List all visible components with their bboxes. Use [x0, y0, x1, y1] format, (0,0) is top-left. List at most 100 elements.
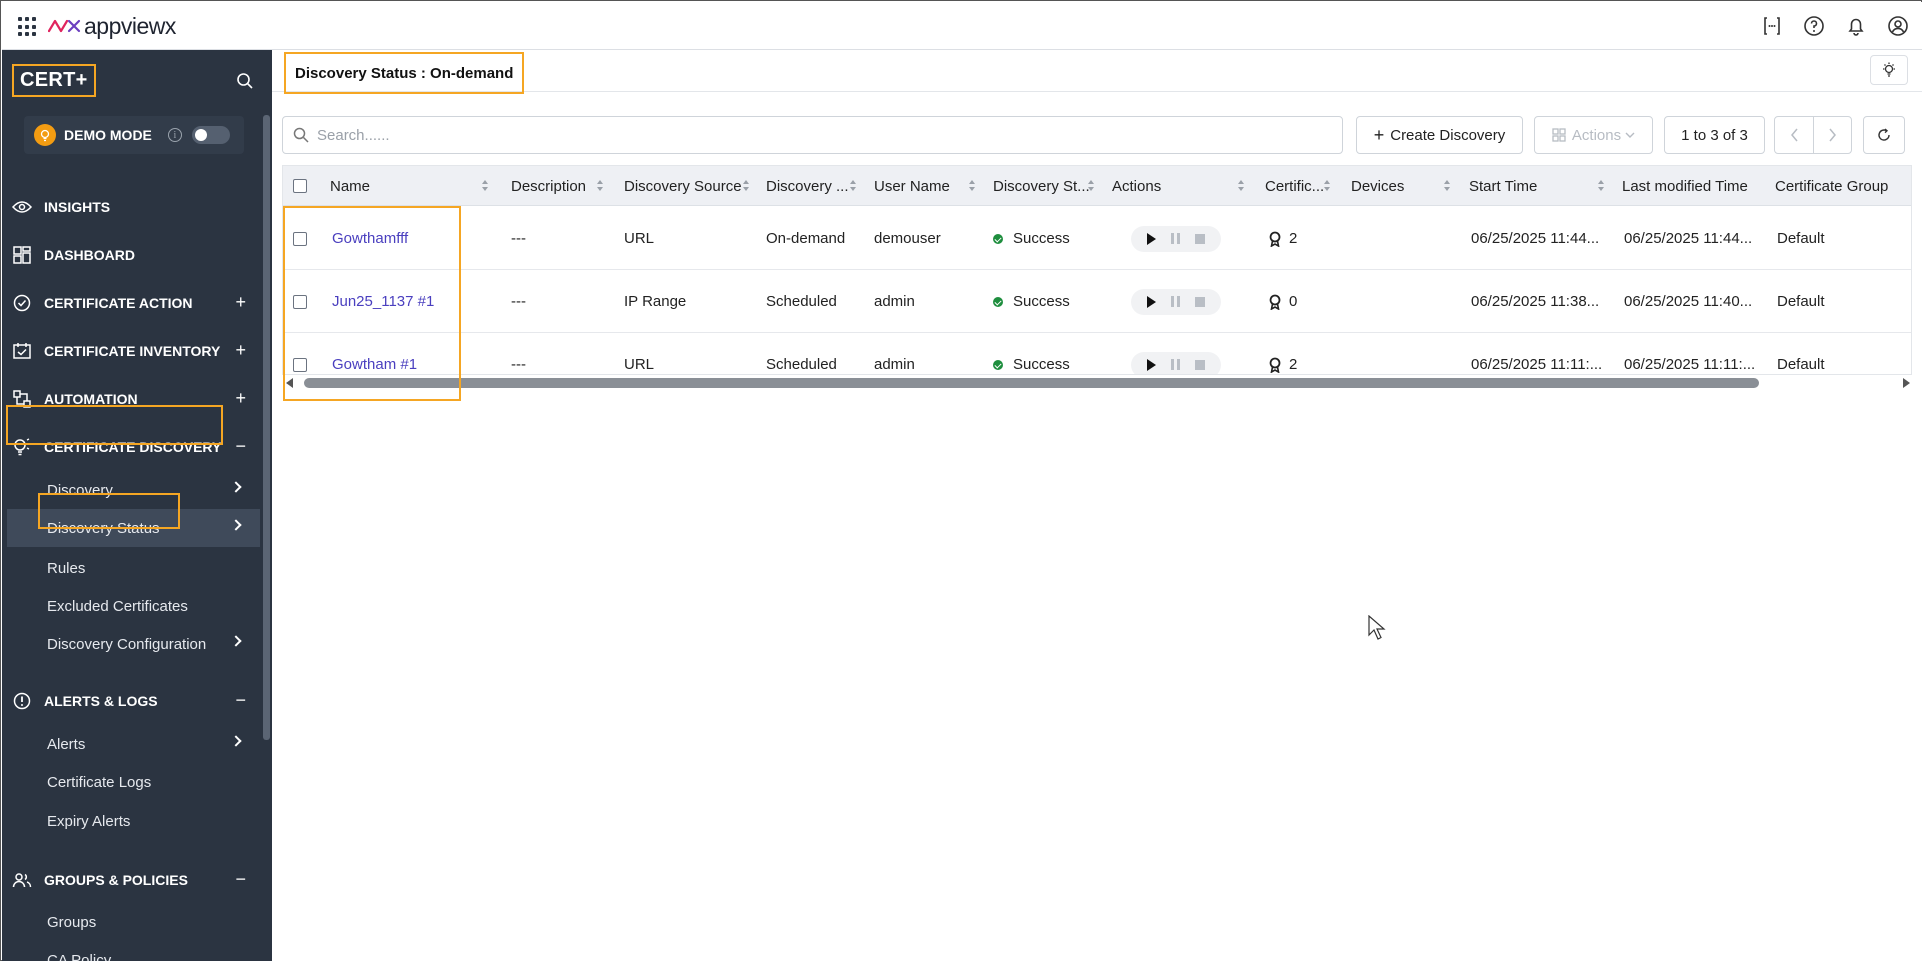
- nav-section-certificate-inventory[interactable]: CERTIFICATE INVENTORY +: [2, 327, 260, 375]
- pause-icon[interactable]: [1170, 233, 1180, 244]
- refresh-button[interactable]: [1863, 116, 1905, 154]
- row-start-time: 06/25/2025 11:11:...: [1471, 356, 1603, 373]
- sidebar-item-expiry-alerts[interactable]: Expiry Alerts: [2, 802, 260, 840]
- row-certificates[interactable]: 2: [1268, 333, 1297, 374]
- play-icon[interactable]: [1146, 358, 1156, 371]
- column-header-certificate-group[interactable]: Certificate Group: [1775, 166, 1888, 206]
- row-certificates[interactable]: 0: [1268, 270, 1297, 333]
- nav-section-certificate-action[interactable]: CERTIFICATE ACTION +: [2, 279, 260, 327]
- sidebar-item-certificate-logs[interactable]: Certificate Logs: [2, 763, 260, 801]
- refresh-icon: [1878, 128, 1890, 141]
- create-discovery-button[interactable]: + Create Discovery: [1356, 116, 1523, 154]
- discovery-table: Name Description Discovery Source Discov…: [282, 165, 1912, 375]
- alert-icon: [12, 691, 32, 711]
- stop-icon[interactable]: [1195, 233, 1206, 244]
- sort-icon[interactable]: [597, 180, 603, 192]
- collapse-icon[interactable]: −: [235, 870, 246, 888]
- actions-dropdown[interactable]: Actions: [1534, 116, 1653, 154]
- table-row[interactable]: Gowthamfff --- URL On-demand demouser Su…: [283, 207, 1911, 270]
- success-icon: [993, 359, 1003, 370]
- search-box[interactable]: [282, 116, 1343, 154]
- sort-icon[interactable]: [1598, 180, 1604, 192]
- api-icon[interactable]: [1760, 14, 1784, 38]
- user-icon[interactable]: [1886, 14, 1910, 38]
- sort-icon[interactable]: [1238, 180, 1244, 192]
- scrollbar-thumb[interactable]: [304, 378, 1759, 388]
- search-input[interactable]: [317, 126, 1217, 144]
- expand-icon[interactable]: +: [235, 389, 246, 407]
- table-row[interactable]: Gowtham #1 --- URL Scheduled admin Succe…: [283, 333, 1911, 374]
- play-icon[interactable]: [1146, 295, 1156, 308]
- row-source: IP Range: [624, 293, 687, 310]
- sidebar-item-rules[interactable]: Rules: [2, 549, 260, 587]
- sidebar-item-label: Expiry Alerts: [47, 812, 131, 830]
- help-icon[interactable]: [1802, 14, 1826, 38]
- highlight-certificate-discovery: [6, 405, 223, 445]
- nav-section-dashboard[interactable]: DASHBOARD: [2, 231, 260, 279]
- sort-icon[interactable]: [850, 180, 856, 192]
- sort-icon[interactable]: [969, 180, 975, 192]
- sort-icon[interactable]: [1324, 180, 1330, 192]
- select-all-checkbox[interactable]: [293, 166, 307, 206]
- play-icon[interactable]: [1146, 232, 1156, 245]
- row-actions: [1131, 207, 1221, 270]
- nav-section-label: CERTIFICATE ACTION: [44, 295, 193, 311]
- sort-icon[interactable]: [1444, 180, 1450, 192]
- column-header-name[interactable]: Name: [330, 166, 370, 206]
- column-header-actions[interactable]: Actions: [1112, 166, 1161, 206]
- bell-icon[interactable]: [1844, 14, 1868, 38]
- row-certificates[interactable]: 2: [1268, 207, 1297, 270]
- pagination-label: 1 to 3 of 3: [1681, 126, 1748, 144]
- tips-button[interactable]: [1870, 55, 1908, 85]
- sidebar-item-alerts[interactable]: Alerts: [2, 725, 260, 763]
- table-horizontal-scrollbar[interactable]: [282, 376, 1912, 390]
- stop-icon[interactable]: [1195, 296, 1206, 307]
- sidebar-scrollbar[interactable]: [263, 115, 270, 740]
- row-description: ---: [511, 356, 526, 373]
- row-last-modified: 06/25/2025 11:11:...: [1624, 356, 1756, 373]
- chevron-left-icon[interactable]: [1785, 125, 1805, 145]
- column-header-description[interactable]: Description: [511, 166, 586, 206]
- nav-section-alerts-logs[interactable]: ALERTS & LOGS −: [2, 677, 260, 725]
- app-launcher-icon[interactable]: [18, 17, 38, 37]
- certificate-icon: [1269, 231, 1281, 247]
- collapse-icon[interactable]: −: [235, 437, 246, 455]
- pause-icon[interactable]: [1170, 296, 1180, 307]
- logo[interactable]: appviewx: [48, 12, 176, 40]
- sidebar-item-discovery-configuration[interactable]: Discovery Configuration: [2, 625, 260, 663]
- sidebar-item-groups[interactable]: Groups: [2, 903, 260, 941]
- row-actions: [1131, 333, 1221, 374]
- column-header-devices[interactable]: Devices: [1351, 166, 1404, 206]
- row-last-modified: 06/25/2025 11:40...: [1624, 293, 1753, 310]
- row-status: Success: [993, 333, 1070, 374]
- collapse-icon[interactable]: −: [235, 691, 246, 709]
- sort-icon[interactable]: [743, 180, 749, 192]
- eye-icon: [12, 197, 32, 217]
- scroll-right-arrow-icon[interactable]: [1903, 378, 1910, 388]
- column-header-discovery-status[interactable]: Discovery St...: [993, 166, 1090, 206]
- column-header-discovery-type[interactable]: Discovery ...: [766, 166, 849, 206]
- table-row[interactable]: Jun25_1137 #1 --- IP Range Scheduled adm…: [283, 270, 1911, 333]
- search-icon[interactable]: [236, 72, 254, 90]
- chevron-right-icon[interactable]: [1822, 125, 1842, 145]
- sort-icon[interactable]: [1088, 180, 1094, 192]
- nav-section-groups-policies[interactable]: GROUPS & POLICIES −: [2, 856, 260, 904]
- demo-mode-toggle[interactable]: [191, 126, 230, 144]
- sidebar-item-ca-policy[interactable]: CA Policy: [2, 941, 260, 961]
- column-header-last-modified[interactable]: Last modified Time: [1622, 166, 1748, 206]
- sidebar-item-excluded-certificates[interactable]: Excluded Certificates: [2, 587, 260, 625]
- stop-icon[interactable]: [1195, 359, 1206, 370]
- row-status: Success: [993, 207, 1070, 270]
- product-brand[interactable]: CERT+: [12, 64, 96, 97]
- column-header-discovery-source[interactable]: Discovery Source: [624, 166, 742, 206]
- column-header-certificates[interactable]: Certific...: [1265, 166, 1324, 206]
- column-header-user-name[interactable]: User Name: [874, 166, 950, 206]
- expand-icon[interactable]: +: [235, 293, 246, 311]
- column-header-start-time[interactable]: Start Time: [1469, 166, 1537, 206]
- nav-section-insights[interactable]: INSIGHTS: [2, 183, 260, 231]
- sort-icon[interactable]: [482, 180, 488, 192]
- info-icon[interactable]: i: [167, 128, 182, 142]
- pause-icon[interactable]: [1170, 359, 1180, 370]
- mouse-cursor-icon: [1368, 615, 1386, 640]
- expand-icon[interactable]: +: [235, 341, 246, 359]
